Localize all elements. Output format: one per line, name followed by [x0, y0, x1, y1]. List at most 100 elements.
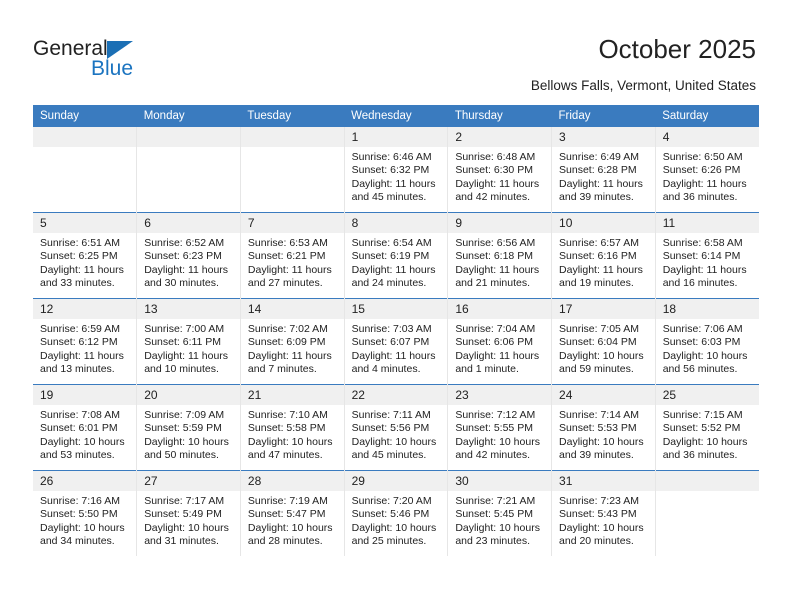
sunset-text: Sunset: 5:55 PM: [455, 422, 533, 435]
calendar-day-cell[interactable]: 19 Sunrise: 7:08 AM Sunset: 6:01 PM Dayligh…: [33, 384, 138, 471]
calendar-day-cell[interactable]: 5 Sunrise: 6:51 AM Sunset: 6:25 PM Daylight…: [33, 212, 138, 299]
calendar-week-row: 26 Sunrise: 7:16 AM Sunset: 5:50 PM Dayligh…: [33, 470, 759, 556]
calendar-day-cell[interactable]: 3 Sunrise: 6:49 AM Sunset: 6:28 PM Daylight…: [551, 127, 656, 213]
day-number: 29: [344, 471, 448, 491]
day-details: Sunrise: 7:17 AM Sunset: 5:49 PM Daylight:…: [137, 491, 240, 549]
day-number: 18: [655, 299, 759, 319]
general-blue-logo[interactable]: General Blue: [33, 38, 173, 86]
sunset-text: Sunset: 6:28 PM: [559, 164, 637, 177]
daylight-text: Daylight: 10 hours and 34 minutes.: [40, 521, 125, 548]
daylight-text: Daylight: 10 hours and 23 minutes.: [455, 521, 540, 548]
calendar-day-cell[interactable]: 10 Sunrise: 6:57 AM Sunset: 6:16 PM Dayligh…: [551, 212, 656, 299]
sunrise-text: Sunrise: 7:23 AM: [559, 495, 639, 507]
sunrise-text: Sunrise: 6:59 AM: [40, 323, 120, 335]
calendar-day-cell[interactable]: 14 Sunrise: 7:02 AM Sunset: 6:09 PM Dayligh…: [239, 298, 345, 385]
calendar-week-row: 5 Sunrise: 6:51 AM Sunset: 6:25 PM Daylight…: [33, 212, 759, 299]
day-number: 3: [552, 127, 655, 147]
daylight-text: Daylight: 11 hours and 45 minutes.: [351, 177, 436, 204]
calendar-day-cell[interactable]: 2 Sunrise: 6:48 AM Sunset: 6:30 PM Daylight…: [447, 127, 553, 213]
calendar-day-cell[interactable]: 11 Sunrise: 6:58 AM Sunset: 6:14 PM Dayligh…: [654, 212, 759, 299]
calendar-day-cell[interactable]: 22 Sunrise: 7:11 AM Sunset: 5:56 PM Dayligh…: [343, 384, 449, 471]
sunset-text: Sunset: 6:16 PM: [559, 250, 637, 263]
daylight-text: Daylight: 10 hours and 39 minutes.: [559, 435, 644, 462]
daylight-text: Daylight: 11 hours and 19 minutes.: [559, 263, 643, 290]
day-details: Sunrise: 7:04 AM Sunset: 6:06 PM Daylight:…: [448, 319, 551, 377]
weekday-header-thursday: Thursday: [447, 105, 552, 127]
sunrise-text: Sunrise: 6:53 AM: [247, 237, 328, 249]
calendar-day-cell[interactable]: 25 Sunrise: 7:15 AM Sunset: 5:52 PM Dayligh…: [654, 384, 759, 471]
calendar-day-cell[interactable]: 7 Sunrise: 6:53 AM Sunset: 6:21 PM Daylight…: [239, 212, 345, 299]
calendar-day-cell[interactable]: 18 Sunrise: 7:06 AM Sunset: 6:03 PM Dayligh…: [654, 298, 759, 385]
sunset-text: Sunset: 6:06 PM: [455, 336, 533, 349]
logo-text-blue: Blue: [91, 57, 134, 80]
weekday-header-row: Sunday Monday Tuesday Wednesday Thursday…: [33, 105, 759, 127]
calendar-day-cell[interactable]: 12 Sunrise: 6:59 AM Sunset: 6:12 PM Dayligh…: [33, 298, 138, 385]
calendar-day-cell[interactable]: 6 Sunrise: 6:52 AM Sunset: 6:23 PM Daylight…: [136, 212, 241, 299]
sunset-text: Sunset: 6:14 PM: [662, 250, 741, 263]
calendar-day-cell[interactable]: 9 Sunrise: 6:56 AM Sunset: 6:18 PM Daylight…: [447, 212, 553, 299]
sunrise-text: Sunrise: 7:03 AM: [351, 323, 432, 335]
day-details: Sunrise: 7:06 AM Sunset: 6:03 PM Daylight:…: [656, 319, 759, 377]
calendar-day-cell[interactable]: 31 Sunrise: 7:23 AM Sunset: 5:43 PM Dayligh…: [551, 470, 656, 556]
day-details: Sunrise: 6:46 AM Sunset: 6:32 PM Daylight:…: [345, 147, 448, 205]
sunset-text: Sunset: 6:07 PM: [351, 336, 430, 349]
calendar-day-cell[interactable]: 30 Sunrise: 7:21 AM Sunset: 5:45 PM Dayligh…: [447, 470, 553, 556]
calendar-day-cell[interactable]: 16 Sunrise: 7:04 AM Sunset: 6:06 PM Dayligh…: [447, 298, 553, 385]
day-details: Sunrise: 6:59 AM Sunset: 6:12 PM Daylight:…: [33, 319, 136, 377]
daylight-text: Daylight: 10 hours and 36 minutes.: [662, 435, 748, 462]
calendar-day-cell[interactable]: 28 Sunrise: 7:19 AM Sunset: 5:47 PM Dayligh…: [239, 470, 345, 556]
day-details: Sunrise: 7:16 AM Sunset: 5:50 PM Daylight:…: [33, 491, 136, 549]
day-details: Sunrise: 6:58 AM Sunset: 6:14 PM Daylight:…: [656, 233, 759, 291]
day-number: [137, 127, 240, 147]
sunset-text: Sunset: 6:11 PM: [144, 336, 222, 349]
daylight-text: Daylight: 10 hours and 45 minutes.: [351, 435, 437, 462]
day-details: Sunrise: 6:49 AM Sunset: 6:28 PM Daylight:…: [552, 147, 655, 205]
calendar-day-cell[interactable]: 29 Sunrise: 7:20 AM Sunset: 5:46 PM Dayligh…: [343, 470, 449, 556]
weekday-header-wednesday: Wednesday: [344, 105, 448, 127]
calendar-day-cell[interactable]: 8 Sunrise: 6:54 AM Sunset: 6:19 PM Daylight…: [343, 212, 449, 299]
calendar-day-cell[interactable]: 24 Sunrise: 7:14 AM Sunset: 5:53 PM Dayligh…: [551, 384, 656, 471]
calendar-day-cell[interactable]: 17 Sunrise: 7:05 AM Sunset: 6:04 PM Dayligh…: [551, 298, 656, 385]
day-number: 6: [137, 213, 240, 233]
sunrise-text: Sunrise: 7:02 AM: [247, 323, 328, 335]
day-details: Sunrise: 7:14 AM Sunset: 5:53 PM Daylight:…: [552, 405, 655, 463]
sunrise-text: Sunrise: 6:58 AM: [662, 237, 743, 249]
day-number: 10: [552, 213, 655, 233]
day-details: Sunrise: 6:57 AM Sunset: 6:16 PM Daylight:…: [552, 233, 655, 291]
day-details: Sunrise: 6:48 AM Sunset: 6:30 PM Daylight:…: [448, 147, 551, 205]
sunrise-text: Sunrise: 7:04 AM: [455, 323, 536, 335]
day-number: 12: [33, 299, 137, 319]
day-details: Sunrise: 6:52 AM Sunset: 6:23 PM Daylight:…: [137, 233, 240, 291]
calendar-day-cell[interactable]: 15 Sunrise: 7:03 AM Sunset: 6:07 PM Dayligh…: [343, 298, 449, 385]
calendar-cell-empty: [239, 127, 345, 213]
daylight-text: Daylight: 10 hours and 53 minutes.: [40, 435, 125, 462]
daylight-text: Daylight: 11 hours and 4 minutes.: [351, 349, 436, 376]
day-details: Sunrise: 6:51 AM Sunset: 6:25 PM Daylight:…: [33, 233, 136, 291]
daylight-text: Daylight: 10 hours and 20 minutes.: [559, 521, 644, 548]
calendar-day-cell[interactable]: 26 Sunrise: 7:16 AM Sunset: 5:50 PM Dayligh…: [33, 470, 138, 556]
sunrise-text: Sunrise: 6:54 AM: [351, 237, 432, 249]
sunset-text: Sunset: 5:45 PM: [455, 508, 533, 521]
day-number: 19: [33, 385, 137, 405]
day-number: 20: [137, 385, 240, 405]
sunset-text: Sunset: 6:01 PM: [40, 422, 118, 435]
daylight-text: Daylight: 11 hours and 24 minutes.: [351, 263, 436, 290]
day-number: 31: [552, 471, 655, 491]
sunrise-text: Sunrise: 6:48 AM: [455, 151, 536, 163]
day-details: Sunrise: 7:19 AM Sunset: 5:47 PM Daylight:…: [241, 491, 344, 549]
daylight-text: Daylight: 10 hours and 50 minutes.: [144, 435, 229, 462]
calendar-day-cell[interactable]: 4 Sunrise: 6:50 AM Sunset: 6:26 PM Daylight…: [654, 127, 759, 213]
calendar-day-cell[interactable]: 13 Sunrise: 7:00 AM Sunset: 6:11 PM Dayligh…: [136, 298, 241, 385]
calendar-day-cell[interactable]: 23 Sunrise: 7:12 AM Sunset: 5:55 PM Dayligh…: [447, 384, 553, 471]
calendar-day-cell[interactable]: 1 Sunrise: 6:46 AM Sunset: 6:32 PM Daylight…: [343, 127, 449, 213]
calendar-day-cell[interactable]: 21 Sunrise: 7:10 AM Sunset: 5:58 PM Dayligh…: [239, 384, 345, 471]
calendar-day-cell[interactable]: 27 Sunrise: 7:17 AM Sunset: 5:49 PM Dayligh…: [136, 470, 241, 556]
day-details: Sunrise: 7:09 AM Sunset: 5:59 PM Daylight:…: [137, 405, 240, 463]
day-details: Sunrise: 7:23 AM Sunset: 5:43 PM Daylight:…: [552, 491, 655, 549]
daylight-text: Daylight: 10 hours and 59 minutes.: [559, 349, 644, 376]
day-details: Sunrise: 7:08 AM Sunset: 6:01 PM Daylight:…: [33, 405, 136, 463]
daylight-text: Daylight: 11 hours and 39 minutes.: [559, 177, 643, 204]
day-number: 8: [344, 213, 448, 233]
day-number: 2: [448, 127, 552, 147]
calendar-day-cell[interactable]: 20 Sunrise: 7:09 AM Sunset: 5:59 PM Dayligh…: [136, 384, 241, 471]
